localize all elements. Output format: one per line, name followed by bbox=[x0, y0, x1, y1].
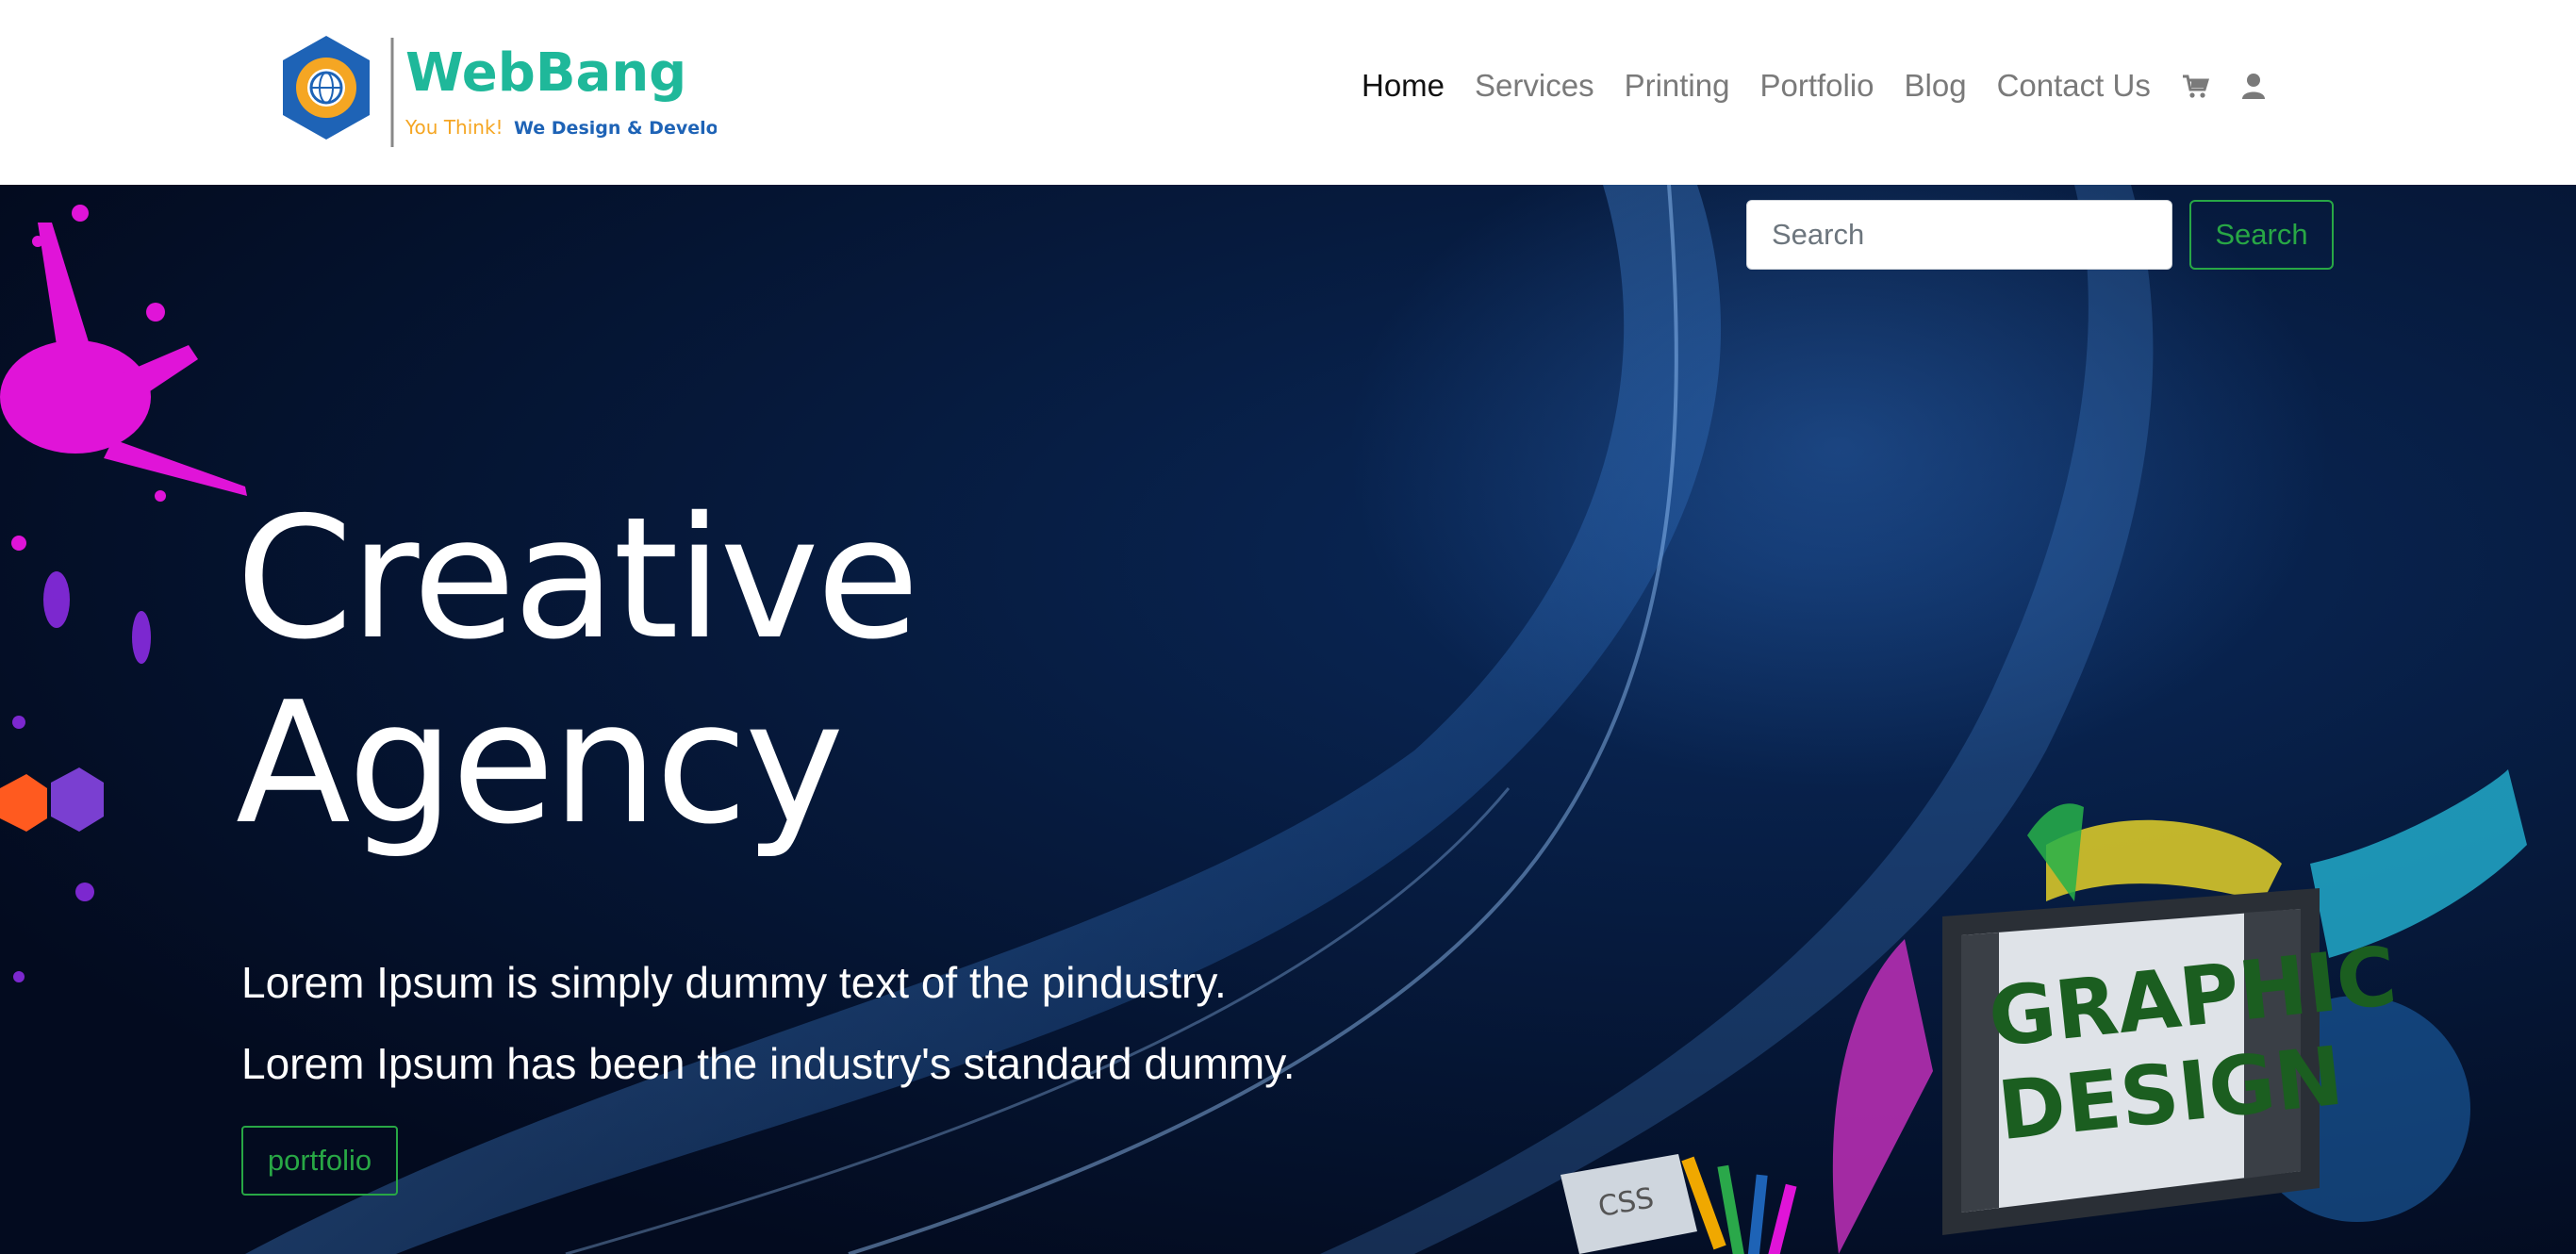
nav-home[interactable]: Home bbox=[1362, 68, 1445, 104]
hero-lead: Lorem Ipsum is simply dummy text of the … bbox=[241, 942, 1296, 1104]
hero-lead-line2: Lorem Ipsum has been the industry's stan… bbox=[241, 1039, 1296, 1088]
nav-portfolio[interactable]: Portfolio bbox=[1759, 68, 1874, 104]
search-button[interactable]: Search bbox=[2189, 200, 2334, 270]
main-nav: Home Services Printing Portfolio Blog Co… bbox=[1362, 68, 2268, 104]
nav-printing[interactable]: Printing bbox=[1625, 68, 1730, 104]
hero-title-line2: Agency bbox=[236, 666, 844, 861]
brand-tagline-part1: You Think! bbox=[405, 116, 504, 139]
navbar: WebBang You Think! We Design & Develop H… bbox=[0, 0, 2576, 186]
nav-services[interactable]: Services bbox=[1475, 68, 1594, 104]
hero-section: GRAPHIC DESIGN CSS Search Creative Agenc… bbox=[0, 185, 2576, 1254]
cube-decoration bbox=[51, 767, 104, 832]
brand-name: WebBang bbox=[405, 42, 686, 104]
graphic-design-illustration: GRAPHIC DESIGN CSS bbox=[1560, 769, 2527, 1254]
hero-title-line1: Creative bbox=[236, 481, 919, 676]
hero-title: Creative Agency bbox=[236, 481, 919, 861]
search-input[interactable] bbox=[1746, 200, 2172, 270]
paint-splash-decoration bbox=[0, 205, 247, 551]
user-icon[interactable] bbox=[2239, 72, 2268, 100]
cube-decoration bbox=[0, 774, 47, 832]
brand-logo[interactable]: WebBang You Think! We Design & Develop bbox=[273, 30, 717, 153]
nav-contact-us[interactable]: Contact Us bbox=[1997, 68, 2151, 104]
brand-tagline-part2: We Design & Develop bbox=[514, 118, 717, 139]
portfolio-button[interactable]: portfolio bbox=[241, 1126, 398, 1196]
nav-blog[interactable]: Blog bbox=[1905, 68, 1967, 104]
hero-lead-line1: Lorem Ipsum is simply dummy text of the … bbox=[241, 958, 1227, 1007]
cart-icon[interactable] bbox=[2181, 72, 2209, 100]
